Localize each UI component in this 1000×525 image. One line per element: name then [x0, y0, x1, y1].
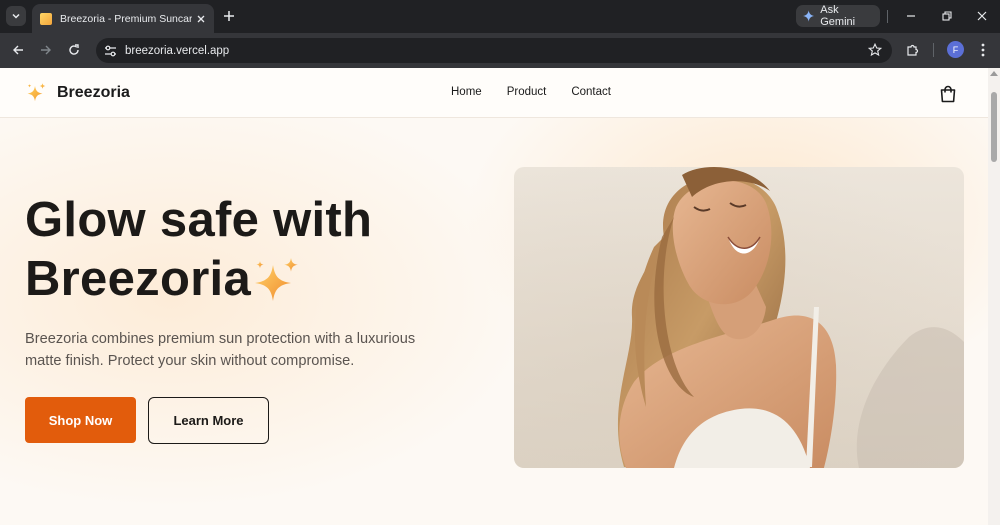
site-favicon-icon [40, 12, 52, 25]
tab-search-button[interactable] [6, 6, 26, 26]
arrow-right-icon [41, 45, 51, 55]
nav-link-home[interactable]: Home [451, 86, 482, 98]
scrollbar-thumb[interactable] [991, 92, 997, 162]
close-window-button[interactable] [974, 8, 990, 24]
close-icon [197, 15, 205, 22]
hero-title: Glow safe with Breezoria [25, 191, 465, 309]
tab-title: Breezoria - Premium Suncare Br [60, 12, 192, 25]
restore-button[interactable] [939, 8, 955, 24]
forward-button[interactable] [37, 41, 55, 59]
minimize-icon [907, 15, 915, 17]
browser-toolbar: breezoria.vercel.app [0, 33, 1000, 68]
chevron-down-icon [12, 13, 20, 19]
minimize-button[interactable] [903, 8, 919, 24]
hero-title-line2: Breezoria [25, 252, 252, 306]
profile-avatar[interactable]: F [947, 41, 964, 58]
browser-tab-bar: Breezoria - Premium Suncare Br Ask Gemin… [0, 0, 1000, 33]
tune-icon [105, 45, 116, 56]
sparkles-icon [27, 83, 46, 102]
url-text: breezoria.vercel.app [125, 44, 230, 57]
extensions-button[interactable] [904, 41, 922, 59]
restore-icon [942, 11, 952, 21]
star-icon [867, 42, 883, 57]
ask-gemini-button[interactable]: Ask Gemini [796, 4, 880, 28]
puzzle-icon [907, 44, 919, 56]
tabbar-divider [887, 10, 888, 23]
tab-close-button[interactable] [196, 14, 206, 24]
bookmark-button[interactable] [867, 42, 883, 62]
learn-more-button[interactable]: Learn More [148, 397, 269, 444]
reload-button[interactable] [65, 41, 83, 59]
shopping-bag-icon [940, 85, 956, 103]
browser-tab-active[interactable]: Breezoria - Premium Suncare Br [32, 4, 214, 33]
shop-now-button[interactable]: Shop Now [25, 397, 136, 443]
sparkles-icon [255, 258, 298, 301]
site-info-button[interactable] [104, 45, 117, 57]
page-viewport: Breezoria Home Product Contact Glow safe… [0, 68, 988, 525]
brand-logo[interactable]: Breezoria [26, 82, 130, 103]
close-icon [977, 11, 987, 21]
nav-link-contact[interactable]: Contact [571, 86, 611, 98]
brand-name: Breezoria [57, 83, 130, 101]
arrow-left-icon [13, 45, 23, 55]
hero-description: Breezoria combines premium sun protectio… [25, 331, 416, 369]
reload-icon [69, 44, 79, 55]
more-vertical-icon [981, 43, 985, 57]
page-scrollbar[interactable] [988, 68, 1000, 525]
site-header: Breezoria Home Product Contact [0, 68, 988, 118]
cart-button[interactable] [938, 84, 958, 109]
nav-link-product[interactable]: Product [507, 86, 547, 98]
address-bar[interactable]: breezoria.vercel.app [96, 38, 892, 63]
ask-gemini-label: Ask Gemini [820, 4, 856, 28]
gemini-sparkle-icon [803, 10, 815, 22]
main-nav: Home Product Contact [451, 86, 611, 98]
toolbar-divider [933, 43, 934, 57]
plus-icon [224, 11, 234, 21]
hero-photo-woman-on-beach [514, 167, 964, 468]
hero-image [514, 167, 964, 468]
new-tab-button[interactable] [220, 7, 238, 25]
back-button[interactable] [9, 41, 27, 59]
browser-menu-button[interactable] [976, 41, 990, 59]
scroll-up-arrow-icon[interactable] [990, 71, 998, 76]
hero-title-line1: Glow safe with [25, 193, 373, 247]
